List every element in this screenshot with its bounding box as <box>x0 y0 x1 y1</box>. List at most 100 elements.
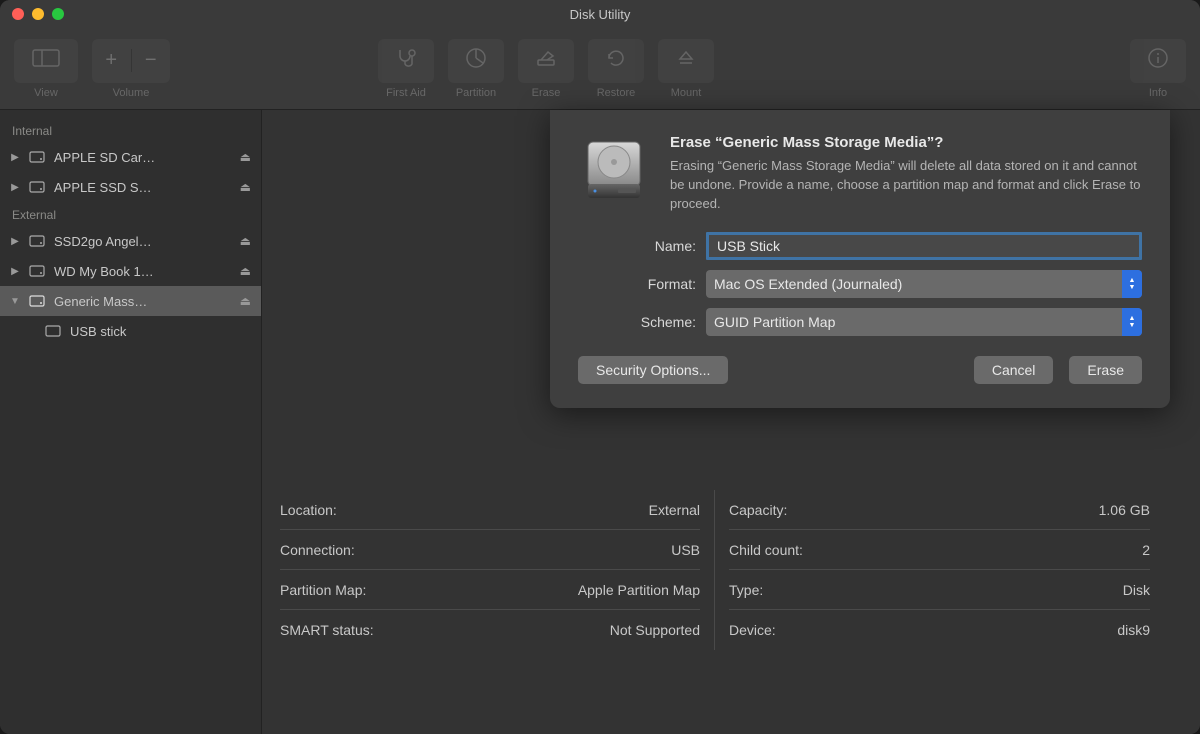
pie-icon <box>465 47 487 75</box>
form-row-name: Name: <box>578 232 1142 260</box>
erase-label: Erase <box>532 87 561 99</box>
format-select[interactable]: Mac OS Extended (Journaled) ▲▼ <box>706 270 1142 298</box>
volume-buttons: + − <box>92 39 170 83</box>
dialog-header: Erase “Generic Mass Storage Media”? Eras… <box>578 134 1142 214</box>
toolbar-firstaid-group: First Aid <box>378 39 434 99</box>
detail-value: 1.06 GB <box>1099 502 1150 518</box>
detail-label: Location: <box>280 502 337 518</box>
name-input[interactable] <box>706 232 1142 260</box>
sidebar-item-internal-0[interactable]: ▶ APPLE SD Car… ⏏ <box>0 142 261 172</box>
sidebar-item-label: SSD2go Angel… <box>54 234 232 249</box>
window-title: Disk Utility <box>570 7 631 22</box>
sidebar-item-external-0[interactable]: ▶ SSD2go Angel… ⏏ <box>0 226 261 256</box>
view-label: View <box>34 87 58 99</box>
volume-remove-button[interactable]: − <box>132 49 171 72</box>
close-window-button[interactable] <box>12 8 24 20</box>
eject-icon[interactable]: ⏏ <box>240 180 251 194</box>
detail-label: SMART status: <box>280 622 374 638</box>
format-label: Format: <box>578 276 706 292</box>
zoom-window-button[interactable] <box>52 8 64 20</box>
detail-value: disk9 <box>1117 622 1150 638</box>
disclosure-triangle-icon[interactable]: ▶ <box>10 236 20 247</box>
eject-icon[interactable]: ⏏ <box>240 294 251 308</box>
restore-icon <box>605 47 627 75</box>
volume-add-button[interactable]: + <box>92 49 132 72</box>
sidebar-item-label: USB stick <box>70 324 251 339</box>
sidebar-item-internal-1[interactable]: ▶ APPLE SSD S… ⏏ <box>0 172 261 202</box>
disclosure-triangle-icon[interactable]: ▶ <box>10 152 20 163</box>
format-value: Mac OS Extended (Journaled) <box>714 276 902 292</box>
sidebar-item-label: WD My Book 1… <box>54 264 232 279</box>
content-area: Internal ▶ APPLE SD Car… ⏏ ▶ APPLE SSD S… <box>0 110 1200 734</box>
external-disk-icon <box>28 262 46 280</box>
disclosure-triangle-icon[interactable]: ▶ <box>10 182 20 193</box>
sidebar-icon <box>32 49 60 73</box>
eject-icon[interactable]: ⏏ <box>240 264 251 278</box>
dialog-button-row: Security Options... Cancel Erase <box>578 356 1142 384</box>
toolbar: View + − Volume First Aid P <box>0 28 1200 110</box>
sidebar-heading-internal: Internal <box>0 118 261 142</box>
detail-row-device: Device: disk9 <box>729 610 1150 650</box>
detail-value: USB <box>671 542 700 558</box>
eject-icon[interactable]: ⏏ <box>240 150 251 164</box>
partition-button[interactable] <box>448 39 504 83</box>
name-label: Name: <box>578 238 706 254</box>
first-aid-button[interactable] <box>378 39 434 83</box>
disclosure-triangle-icon[interactable]: ▶ <box>10 266 20 277</box>
dialog-title: Erase “Generic Mass Storage Media”? <box>670 134 1142 151</box>
sidebar-item-label: APPLE SD Car… <box>54 150 232 165</box>
partition-label: Partition <box>456 87 496 99</box>
detail-row-child-count: Child count: 2 <box>729 530 1150 570</box>
toolbar-volume-group: + − Volume <box>92 39 170 99</box>
sidebar-item-child-0[interactable]: USB stick <box>0 316 261 346</box>
info-button[interactable] <box>1130 39 1186 83</box>
first-aid-label: First Aid <box>386 87 426 99</box>
eject-icon[interactable]: ⏏ <box>240 234 251 248</box>
form-row-scheme: Scheme: GUID Partition Map ▲▼ <box>578 308 1142 336</box>
restore-button[interactable] <box>588 39 644 83</box>
detail-value: Not Supported <box>610 622 700 638</box>
security-options-button[interactable]: Security Options... <box>578 356 728 384</box>
detail-row-smart: SMART status: Not Supported <box>280 610 700 650</box>
dialog-text-block: Erase “Generic Mass Storage Media”? Eras… <box>670 134 1142 214</box>
detail-row-type: Type: Disk <box>729 570 1150 610</box>
view-button[interactable] <box>14 39 78 83</box>
detail-label: Child count: <box>729 542 803 558</box>
toolbar-info-group: Info <box>1130 39 1186 99</box>
sidebar-item-external-2[interactable]: ▼ Generic Mass… ⏏ <box>0 286 261 316</box>
titlebar: Disk Utility <box>0 0 1200 28</box>
mount-icon <box>675 47 697 75</box>
detail-label: Connection: <box>280 542 355 558</box>
erase-confirm-button[interactable]: Erase <box>1069 356 1142 384</box>
main-panel: 1.06 GB Location: External Connection: U… <box>262 110 1200 734</box>
mount-label: Mount <box>671 87 702 99</box>
sidebar-item-external-1[interactable]: ▶ WD My Book 1… ⏏ <box>0 256 261 286</box>
info-label: Info <box>1149 87 1167 99</box>
erase-button[interactable] <box>518 39 574 83</box>
sidebar-heading-external: External <box>0 202 261 226</box>
sidebar: Internal ▶ APPLE SD Car… ⏏ ▶ APPLE SSD S… <box>0 110 262 734</box>
details-column-right: Capacity: 1.06 GB Child count: 2 Type: D… <box>715 490 1150 650</box>
volume-label: Volume <box>113 87 150 99</box>
plus-icon: + <box>105 49 117 72</box>
internal-disk-icon <box>28 178 46 196</box>
mount-button[interactable] <box>658 39 714 83</box>
internal-disk-icon <box>28 148 46 166</box>
details-column-left: Location: External Connection: USB Parti… <box>280 490 715 650</box>
traffic-lights <box>12 8 64 20</box>
dialog-description: Erasing “Generic Mass Storage Media” wil… <box>670 157 1142 214</box>
toolbar-view-group: View <box>14 39 78 99</box>
toolbar-mount-group: Mount <box>658 39 714 99</box>
external-disk-icon <box>28 292 46 310</box>
scheme-select[interactable]: GUID Partition Map ▲▼ <box>706 308 1142 336</box>
detail-value: 2 <box>1142 542 1150 558</box>
disk-details: Location: External Connection: USB Parti… <box>280 490 1150 650</box>
erase-icon <box>535 47 557 75</box>
form-row-format: Format: Mac OS Extended (Journaled) ▲▼ <box>578 270 1142 298</box>
minimize-window-button[interactable] <box>32 8 44 20</box>
toolbar-erase-group: Erase <box>518 39 574 99</box>
stethoscope-icon <box>394 47 418 75</box>
erase-dialog: Erase “Generic Mass Storage Media”? Eras… <box>550 110 1170 408</box>
cancel-button[interactable]: Cancel <box>974 356 1054 384</box>
disclosure-triangle-icon[interactable]: ▼ <box>10 296 20 307</box>
